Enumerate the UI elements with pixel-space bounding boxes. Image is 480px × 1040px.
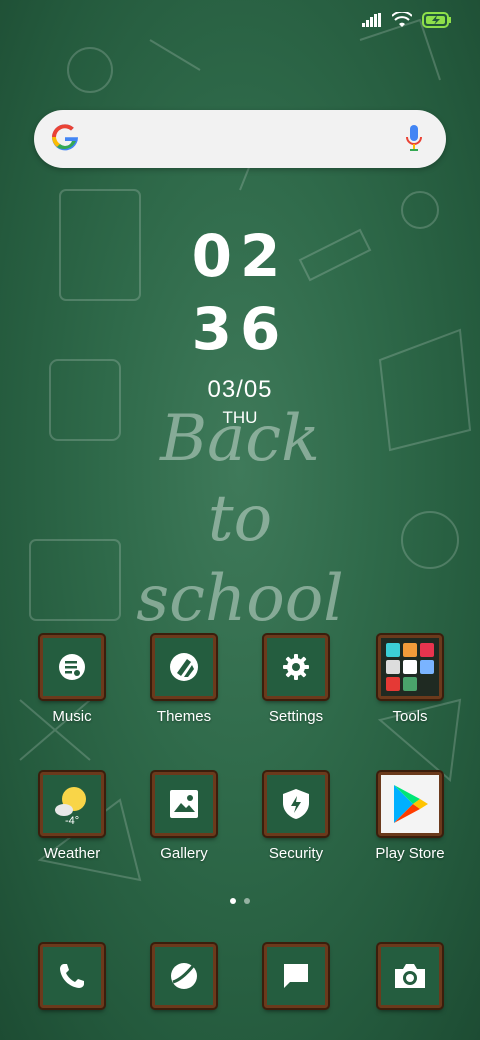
- app-icon-frame: [40, 635, 104, 699]
- dock-browser[interactable]: [134, 944, 234, 1008]
- app-play-store[interactable]: Play Store: [360, 772, 460, 862]
- app-icon-frame: -4°: [40, 772, 104, 836]
- google-g-icon: [52, 124, 79, 151]
- dock-phone[interactable]: [22, 944, 122, 1008]
- app-gallery[interactable]: Gallery: [134, 772, 234, 862]
- app-label: Play Store: [375, 845, 445, 862]
- app-icon-frame: [152, 772, 216, 836]
- browser-icon: [171, 963, 197, 989]
- app-settings[interactable]: Settings: [246, 635, 346, 725]
- folder-frame: [378, 635, 442, 699]
- app-icon-frame: [264, 635, 328, 699]
- status-bar: [362, 12, 452, 28]
- themes-icon: [170, 653, 198, 681]
- weather-temp: -4°: [65, 815, 80, 827]
- folder-icon: [386, 643, 434, 691]
- signal-icon: [362, 13, 381, 27]
- app-music[interactable]: Music: [22, 635, 122, 725]
- wallpaper-text-line1: Back: [160, 402, 320, 476]
- app-tools-folder[interactable]: Tools: [360, 635, 460, 725]
- page-indicator: [0, 898, 480, 904]
- app-label: Tools: [392, 708, 428, 725]
- search-bar[interactable]: [34, 110, 446, 168]
- dock-camera[interactable]: [360, 944, 460, 1008]
- page-dot-active: [230, 898, 236, 904]
- app-label: Settings: [268, 708, 324, 725]
- battery-charging-icon: [422, 12, 451, 28]
- message-icon: [284, 964, 308, 988]
- image-icon: [170, 790, 198, 818]
- clock-minutes[interactable]: 36: [0, 295, 480, 363]
- play-store-icon: [394, 785, 428, 823]
- clock-date: 03/05: [207, 376, 273, 403]
- gear-icon: [283, 654, 309, 680]
- app-icon-frame: [264, 944, 328, 1008]
- app-icon-frame: [152, 944, 216, 1008]
- app-icon-frame: [378, 772, 442, 836]
- app-icon-frame: [40, 944, 104, 1008]
- camera-icon: [395, 964, 425, 988]
- app-label: Security: [268, 845, 324, 862]
- wallpaper-text-line3: school: [136, 562, 344, 636]
- app-label: Music: [52, 708, 92, 725]
- app-security[interactable]: Security: [246, 772, 346, 862]
- dock-messages[interactable]: [246, 944, 346, 1008]
- app-icon-frame: [378, 944, 442, 1008]
- phone-icon: [60, 964, 84, 988]
- app-icon-frame: [264, 772, 328, 836]
- app-icon-frame: [152, 635, 216, 699]
- mic-icon[interactable]: [404, 123, 424, 153]
- page-dot: [244, 898, 250, 904]
- app-themes[interactable]: Themes: [134, 635, 234, 725]
- app-label: Themes: [156, 708, 212, 725]
- wallpaper-text-line2: to: [207, 482, 273, 556]
- shield-icon: [283, 789, 309, 819]
- clock-hours[interactable]: 02: [0, 222, 480, 290]
- app-label: Weather: [43, 845, 101, 862]
- music-icon: [59, 654, 85, 680]
- wifi-icon: [392, 12, 412, 27]
- app-label: Gallery: [160, 845, 208, 862]
- app-weather[interactable]: -4° Weather: [22, 772, 122, 862]
